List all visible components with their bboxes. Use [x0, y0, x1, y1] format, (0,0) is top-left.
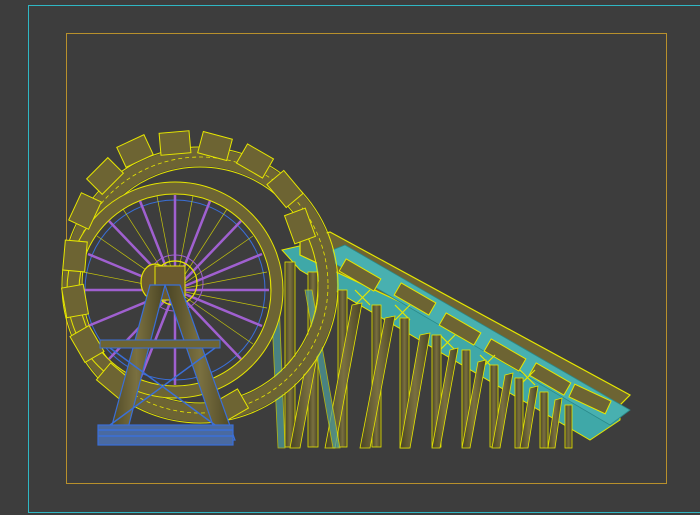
waterwheel-model[interactable] [0, 0, 700, 515]
3d-viewport[interactable] [0, 0, 700, 515]
